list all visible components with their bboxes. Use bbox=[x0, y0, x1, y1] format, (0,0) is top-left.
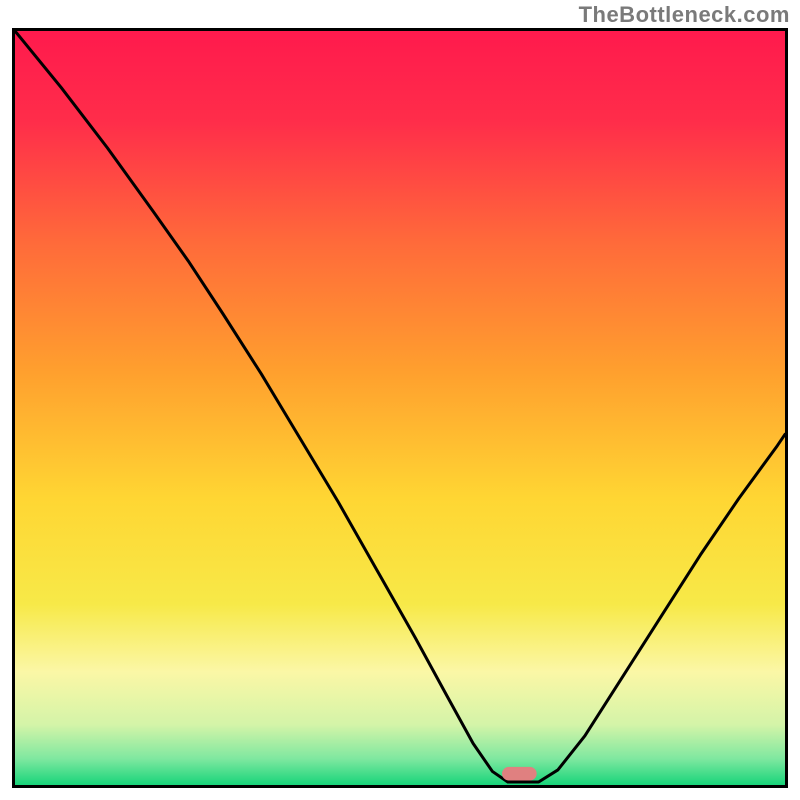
plot-area bbox=[12, 28, 788, 788]
watermark-text: TheBottleneck.com bbox=[579, 2, 790, 28]
chart-frame: TheBottleneck.com bbox=[0, 0, 800, 800]
background-gradient bbox=[15, 31, 785, 785]
